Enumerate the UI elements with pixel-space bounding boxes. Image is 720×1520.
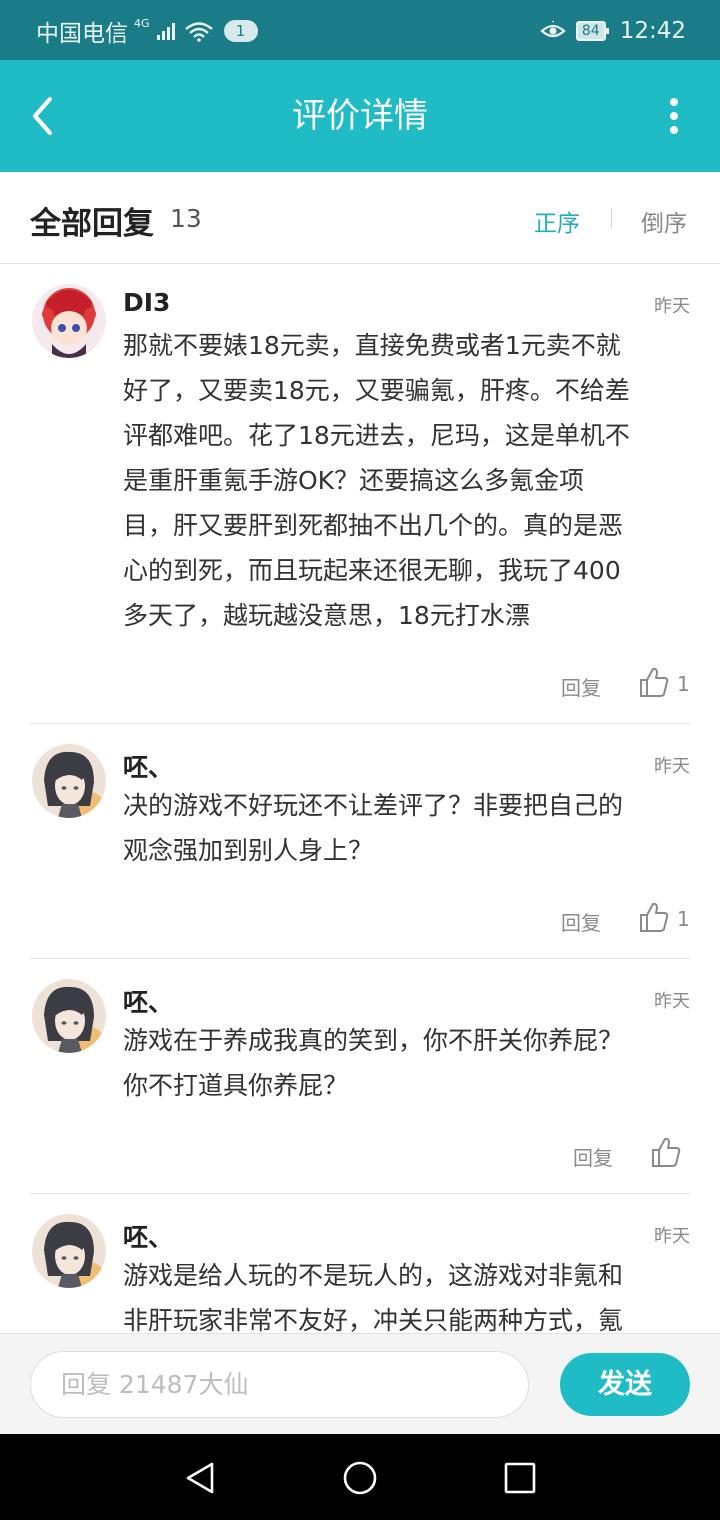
comment-line: 游戏是给人玩的不是玩人的，这游戏对非氪和: [123, 1261, 624, 1290]
nav-recent-button[interactable]: [500, 1458, 540, 1498]
comment-text: 那就不要婊18元卖，直接免费或者1元卖不就 好了，又要卖18元，又要骗氪，肝疼。…: [123, 323, 688, 638]
avatar[interactable]: [32, 744, 106, 818]
sort-divider: [611, 208, 612, 228]
comment-line: 心的到死，而且玩起来还很无聊，我玩了400: [123, 556, 621, 585]
more-button[interactable]: [668, 98, 680, 134]
status-right: 84 12:42: [540, 15, 686, 47]
comment-time: 昨天: [654, 1226, 690, 1247]
comment-item: DI3 昨天 那就不要婊18元卖，直接免费或者1元卖不就 好了，又要卖18元，又…: [0, 264, 720, 724]
comment-item: 呸、 昨天 游戏在于养成我真的笑到，你不肝关你养屁？ 你不打道具你养屁？ 回复: [0, 959, 720, 1194]
clock: 12:42: [619, 18, 686, 44]
thumbs-up-icon: [640, 667, 669, 697]
comment-item: 呸、 昨天 游戏是给人玩的不是玩人的，这游戏对非氪和 非肝玩家非常不友好，冲关只…: [0, 1194, 720, 1333]
comment-time: 昨天: [654, 296, 690, 317]
comment-line: 那就不要婊18元卖，直接免费或者1元卖不就: [123, 331, 621, 360]
send-button[interactable]: 发送: [560, 1353, 690, 1416]
like-button[interactable]: [639, 901, 669, 933]
status-left: 中国电信 4G 1: [36, 15, 258, 47]
thumbs-up-icon: [652, 1137, 681, 1167]
reply-input[interactable]: [30, 1351, 529, 1418]
back-arrow-icon: [32, 96, 53, 136]
more-vertical-icon: [670, 98, 678, 106]
comment-time: 昨天: [654, 991, 690, 1012]
comment-time: 昨天: [654, 756, 690, 777]
system-nav-bar: [0, 1434, 720, 1520]
comment-username[interactable]: 呸、: [123, 1218, 173, 1254]
avatar-anime-red-icon: [32, 284, 106, 358]
comment-line: 评都难吧。花了18元进去，尼玛，这是单机不: [123, 421, 630, 450]
sort-ascending-button[interactable]: 正序: [534, 204, 580, 238]
comment-text: 游戏是给人玩的不是玩人的，这游戏对非氪和 非肝玩家非常不友好，冲关只能两种方式，…: [123, 1253, 688, 1333]
comment-item: 呸、 昨天 决的游戏不好玩还不让差评了？非要把自己的 观念强加到别人身上？ 回复…: [0, 724, 720, 959]
back-button[interactable]: [22, 90, 66, 142]
nav-back-button[interactable]: [182, 1458, 222, 1498]
reply-button[interactable]: 回复: [561, 907, 601, 936]
reply-button[interactable]: 回复: [561, 672, 601, 701]
comment-line: 是重肝重氪手游OK？还要搞这么多氪金项: [123, 466, 585, 495]
signal-icon: [156, 23, 175, 40]
page-title: 评价详情: [292, 96, 428, 136]
thumbs-up-icon: [640, 902, 669, 932]
comment-text: 游戏在于养成我真的笑到，你不肝关你养屁？ 你不打道具你养屁？: [123, 1018, 688, 1108]
comment-line: 决的游戏不好玩还不让差评了？非要把自己的: [123, 791, 624, 820]
carrier-name: 中国电信: [36, 21, 128, 47]
replies-header: 全部回复 13 正序 倒序: [0, 172, 720, 264]
like-button[interactable]: [639, 666, 669, 698]
comment-line: 目，肝又要肝到死都抽不出几个的。真的是恶: [123, 511, 624, 540]
comment-username[interactable]: 呸、: [123, 983, 173, 1019]
like-count: 1: [677, 907, 690, 931]
app-header: 评价详情: [0, 60, 720, 172]
avatar[interactable]: [32, 284, 106, 358]
avatar-anime-boy-icon: [32, 744, 106, 818]
reply-button[interactable]: 回复: [573, 1142, 613, 1171]
sort-descending-button[interactable]: 倒序: [641, 204, 687, 238]
avatar[interactable]: [32, 979, 106, 1053]
avatar-anime-boy-icon: [32, 979, 106, 1053]
like-count: 1: [677, 672, 690, 696]
reply-input-bar: 发送: [0, 1333, 720, 1434]
avatar[interactable]: [32, 1214, 106, 1288]
comment-line: 你不打道具你养屁？: [123, 1071, 349, 1100]
avatar-anime-boy-icon: [32, 1214, 106, 1288]
comment-text: 决的游戏不好玩还不让差评了？非要把自己的 观念强加到别人身上？: [123, 783, 688, 873]
wifi-icon: [184, 22, 213, 42]
comment-line: 多天了，越玩越没意思，18元打水漂: [123, 601, 530, 630]
battery-indicator: 84: [575, 21, 609, 41]
triangle-back-icon: [186, 1462, 214, 1494]
comment-line: 好了，又要卖18元，又要骗氪，肝疼。不给差: [123, 376, 630, 405]
replies-title: 全部回复: [30, 206, 154, 242]
comment-username[interactable]: DI3: [123, 288, 170, 317]
comment-line: 观念强加到别人身上？: [123, 836, 374, 865]
comment-line: 游戏在于养成我真的笑到，你不肝关你养屁？: [123, 1026, 624, 1055]
notification-badge: 1: [223, 20, 258, 42]
eye-comfort-icon: [540, 21, 566, 38]
like-button[interactable]: [651, 1136, 681, 1168]
circle-home-icon: [343, 1461, 377, 1495]
network-type: 4G: [134, 17, 150, 30]
status-bar: 中国电信 4G 1 84 12:42: [0, 0, 720, 60]
comment-line: 非肝玩家非常不友好，冲关只能两种方式，氪: [123, 1306, 624, 1333]
square-recent-icon: [504, 1462, 536, 1494]
replies-count: 13: [170, 204, 202, 233]
nav-home-button[interactable]: [340, 1458, 380, 1498]
comment-username[interactable]: 呸、: [123, 748, 173, 784]
